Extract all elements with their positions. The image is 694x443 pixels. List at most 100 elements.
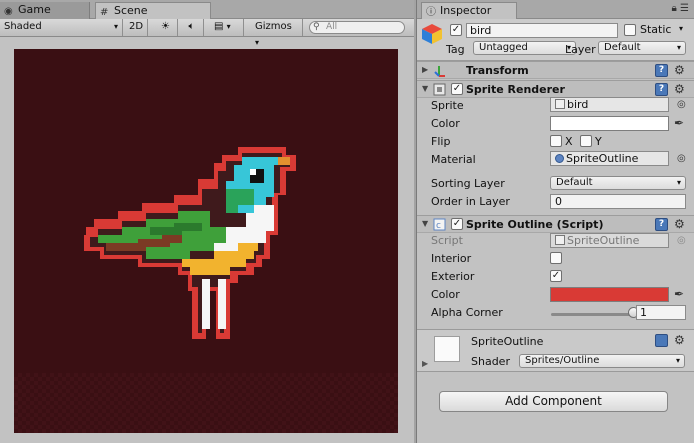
gizmos-label: Gizmos — [255, 21, 292, 32]
help-icon[interactable]: ? — [655, 64, 668, 77]
script-label: Script — [431, 234, 463, 247]
sprite-outline-enabled-checkbox[interactable]: ✓ — [451, 218, 463, 230]
exterior-label: Exterior — [431, 270, 475, 283]
shader-value: Sprites/Outline — [525, 355, 600, 366]
gear-icon[interactable]: ⚙ — [674, 217, 685, 231]
flip-y-checkbox[interactable] — [580, 135, 592, 147]
script-icon: c — [433, 218, 446, 231]
expand-icon[interactable]: ▶ — [422, 359, 428, 368]
script-value: SpriteOutline — [567, 234, 640, 247]
flip-x-checkbox[interactable] — [550, 135, 562, 147]
lock-icon[interactable]: 🔒︎ — [672, 3, 677, 14]
static-checkbox[interactable] — [624, 24, 636, 36]
sorting-layer-label: Sorting Layer — [431, 177, 505, 190]
gameobject-name-field[interactable]: bird — [466, 23, 618, 38]
material-field[interactable]: SpriteOutline — [550, 151, 669, 166]
draw-mode-dropdown[interactable]: Shaded ▾ — [0, 19, 123, 36]
bird-leg-left — [202, 279, 210, 329]
shader-dropdown[interactable]: Sprites/Outline ▾ — [519, 354, 685, 368]
object-picker-icon[interactable]: ◎ — [677, 99, 686, 110]
gameobject-header: ✓ bird Static ▾ Tag Untagged ▾ Layer Def… — [417, 19, 694, 61]
bird-sprite[interactable] — [78, 143, 318, 343]
tab-game[interactable]: ◉ Game — [0, 2, 90, 19]
tag-value: Untagged — [479, 42, 528, 53]
gear-icon[interactable]: ⚙ — [674, 333, 685, 347]
chevron-down-icon: ▾ — [675, 356, 680, 365]
tag-dropdown[interactable]: Untagged ▾ — [473, 41, 576, 55]
sprite-label: Sprite — [431, 99, 464, 112]
svg-text:c: c — [436, 221, 441, 231]
menu-icon[interactable]: ☰ — [680, 3, 689, 14]
sprite-color-swatch[interactable] — [550, 116, 669, 131]
tag-label: Tag — [446, 43, 465, 56]
transform-title: Transform — [466, 64, 529, 77]
viewport-grid — [14, 373, 398, 433]
transform-component-header[interactable]: ▶ Transform ? ⚙ — [417, 61, 694, 79]
expand-icon[interactable]: ▶ — [422, 65, 428, 74]
material-name: SpriteOutline — [471, 335, 544, 348]
draw-mode-label: Shaded — [4, 21, 42, 32]
inspector-menu[interactable]: 🔒︎ ☰ — [672, 3, 689, 14]
effects-dropdown[interactable]: ▤ ▾ — [210, 19, 244, 36]
chevron-down-icon: ▾ — [676, 178, 681, 187]
scene-toolbar: Shaded ▾ 2D ☀ 🔈︎ ▤ ▾ Gizmos ▾ ⚲︎ All — [0, 19, 414, 47]
order-in-layer-field[interactable]: 0 — [550, 194, 686, 209]
object-picker-icon[interactable]: ◎ — [677, 153, 686, 164]
layer-dropdown[interactable]: Default ▾ — [598, 41, 686, 55]
collapse-icon[interactable]: ▼ — [422, 219, 428, 228]
transform-icon — [434, 66, 445, 77]
object-picker-icon: ◎ — [677, 235, 686, 246]
gizmos-dropdown[interactable]: Gizmos ▾ — [251, 19, 303, 47]
sprite-outline-header[interactable]: ▼ c ✓ Sprite Outline (Script) ? ⚙ — [417, 215, 694, 233]
sprite-renderer-enabled-checkbox[interactable]: ✓ — [451, 83, 463, 95]
2d-mode-button[interactable]: 2D — [126, 19, 148, 36]
static-label: Static — [640, 23, 672, 36]
bird-eye-shine — [250, 169, 256, 175]
color-label: Color — [431, 117, 460, 130]
audio-toggle[interactable]: 🔈︎ — [180, 19, 204, 36]
tab-inspector[interactable]: ⓘ Inspector — [421, 2, 517, 20]
tab-scene[interactable]: # Scene — [95, 2, 211, 20]
interior-label: Interior — [431, 252, 472, 265]
material-block: SpriteOutline Shader Sprites/Outline ▾ ▶… — [417, 330, 694, 372]
interior-checkbox[interactable] — [550, 252, 562, 264]
outline-color-swatch[interactable] — [550, 287, 669, 302]
alpha-corner-slider-track[interactable] — [551, 313, 633, 316]
lighting-toggle[interactable]: ☀ — [154, 19, 178, 36]
exterior-checkbox[interactable]: ✓ — [550, 270, 562, 282]
sorting-layer-dropdown[interactable]: Default ▾ — [550, 176, 686, 190]
sprite-outline-title: Sprite Outline (Script) — [466, 218, 604, 231]
sprite-field[interactable]: bird — [550, 97, 669, 112]
help-icon[interactable] — [655, 334, 668, 347]
material-preview — [434, 336, 460, 362]
eyedropper-icon[interactable]: ✒ — [674, 287, 684, 301]
add-component-button[interactable]: Add Component — [439, 391, 668, 412]
chevron-down-icon: ▾ — [676, 43, 681, 52]
order-in-layer-label: Order in Layer — [431, 195, 510, 208]
scene-tabbar: ◉ Game # Scene — [0, 0, 414, 20]
flip-x-label: X — [565, 135, 573, 148]
search-placeholder: All — [326, 22, 338, 32]
gameobject-active-checkbox[interactable]: ✓ — [450, 24, 462, 36]
scene-panel: ◉ Game # Scene Shaded ▾ 2D ☀ 🔈︎ ▤ ▾ Gizm… — [0, 0, 414, 443]
sprite-renderer-icon — [433, 83, 446, 96]
sun-icon: ☀ — [161, 21, 170, 32]
sprite-renderer-header[interactable]: ▼ ✓ Sprite Renderer ? ⚙ — [417, 80, 694, 98]
2d-mode-label: 2D — [129, 21, 144, 32]
help-icon[interactable]: ? — [655, 83, 668, 96]
eyedropper-icon[interactable]: ✒ — [674, 116, 684, 130]
sprite-renderer-title: Sprite Renderer — [466, 83, 565, 96]
scene-viewport[interactable] — [14, 49, 398, 433]
material-label: Material — [431, 153, 476, 166]
material-asset-icon — [555, 154, 564, 163]
static-dropdown-arrow[interactable]: ▾ — [679, 24, 683, 33]
collapse-icon[interactable]: ▼ — [422, 84, 428, 93]
search-input[interactable]: ⚲︎ All — [309, 21, 405, 34]
alpha-corner-field[interactable]: 1 — [636, 305, 686, 320]
gear-icon[interactable]: ⚙ — [674, 63, 685, 77]
help-icon[interactable]: ? — [655, 218, 668, 231]
bird-leg-right — [218, 279, 226, 329]
gear-icon[interactable]: ⚙ — [674, 82, 685, 96]
image-icon: ▤ — [214, 21, 224, 32]
layer-value: Default — [604, 42, 641, 53]
